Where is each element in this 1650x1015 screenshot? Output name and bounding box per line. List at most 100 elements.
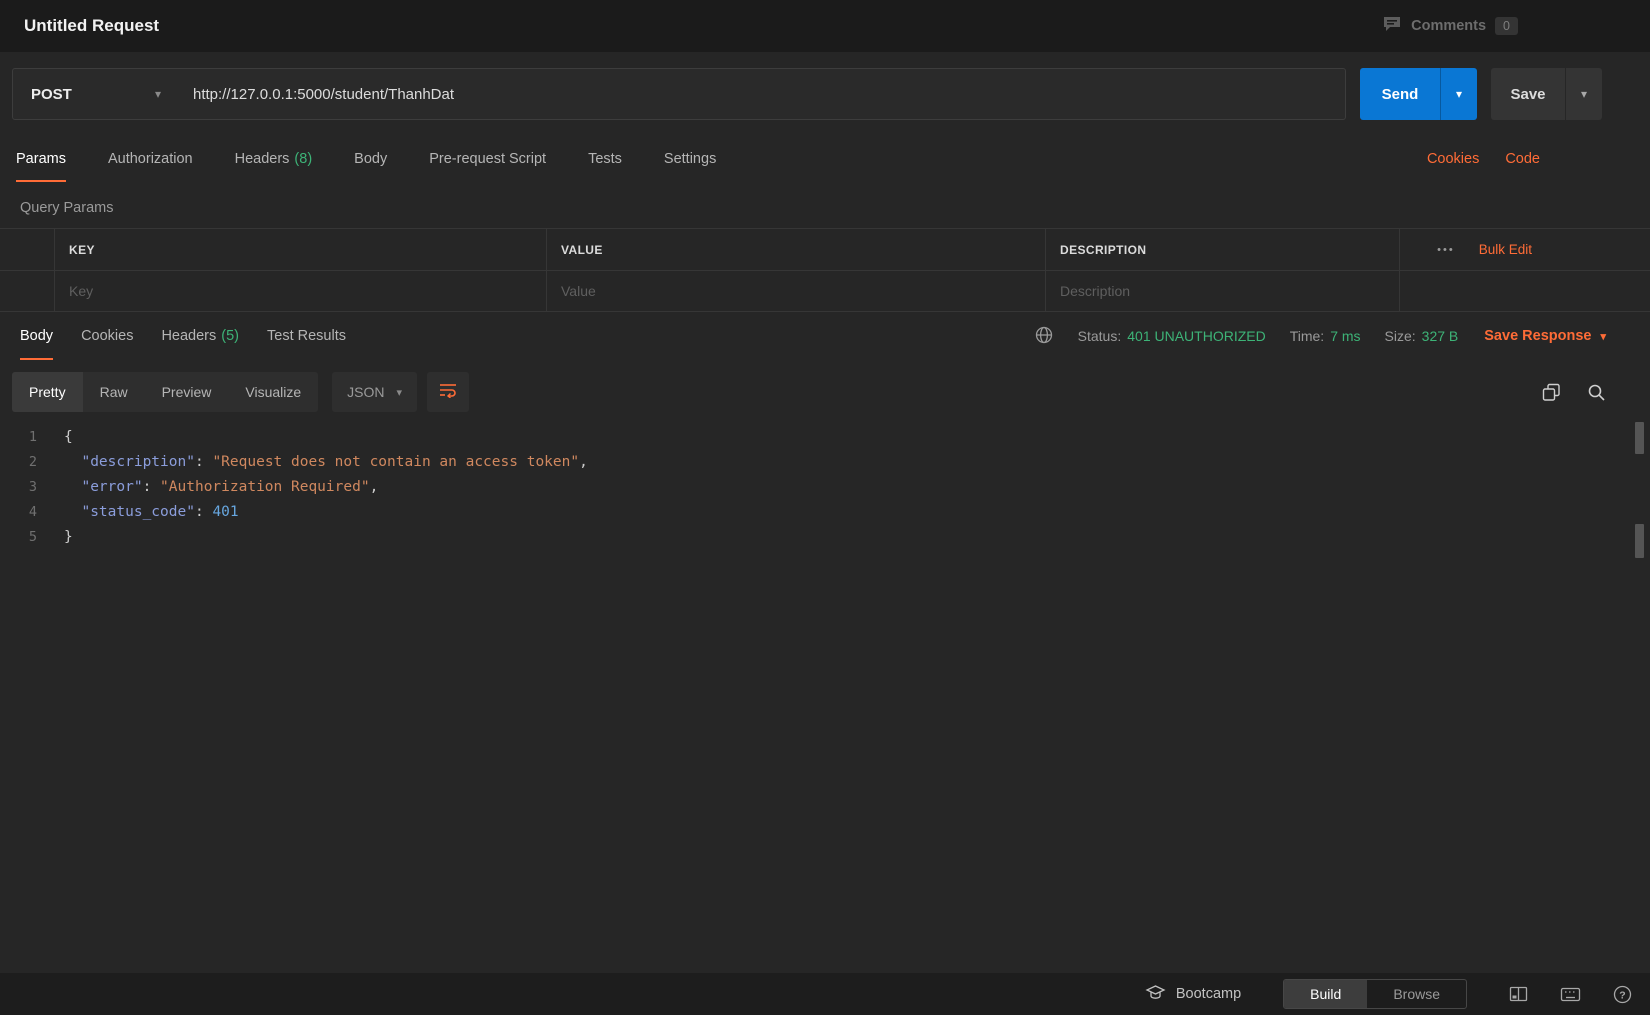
save-response-button[interactable]: Save Response ▾ bbox=[1484, 328, 1606, 344]
column-header-value: VALUE bbox=[547, 229, 1046, 270]
code-line: 3 "error": "Authorization Required", bbox=[0, 475, 1650, 500]
scrollbar[interactable] bbox=[1635, 422, 1644, 722]
wrap-text-button[interactable] bbox=[427, 372, 470, 412]
chevron-down-icon: ▾ bbox=[396, 386, 403, 399]
browse-tab[interactable]: Browse bbox=[1367, 980, 1466, 1008]
param-key-input[interactable] bbox=[69, 283, 532, 299]
bootcamp-label: Bootcamp bbox=[1175, 986, 1242, 1002]
method-label: POST bbox=[31, 85, 72, 103]
build-tab[interactable]: Build bbox=[1284, 980, 1368, 1008]
tab-params[interactable]: Params bbox=[16, 136, 66, 182]
response-tab-cookies[interactable]: Cookies bbox=[81, 312, 133, 360]
status-bar-right: Bootcamp Build Browse ? bbox=[1145, 979, 1632, 1009]
row-actions bbox=[1400, 271, 1650, 311]
code-line: 5} bbox=[0, 525, 1650, 550]
line-content: "description": "Request does not contain… bbox=[81, 454, 588, 470]
method-select[interactable]: POST ▾ bbox=[13, 69, 179, 119]
code-lines: 1{2 "description": "Request does not con… bbox=[0, 425, 1650, 550]
column-header-description: DESCRIPTION bbox=[1046, 229, 1400, 270]
scrollbar-thumb[interactable] bbox=[1635, 422, 1644, 454]
graduation-cap-icon bbox=[1145, 984, 1166, 1004]
tab-authorization[interactable]: Authorization bbox=[108, 136, 193, 182]
bootcamp-button[interactable]: Bootcamp bbox=[1145, 984, 1241, 1004]
row-handle-cell bbox=[0, 229, 55, 270]
line-content: "error": "Authorization Required", bbox=[81, 479, 379, 495]
tab-headers[interactable]: Headers (8) bbox=[235, 136, 313, 182]
table-row bbox=[0, 270, 1650, 312]
code-line: 1{ bbox=[0, 425, 1650, 450]
request-title: Untitled Request bbox=[24, 16, 160, 35]
param-value-input[interactable] bbox=[561, 283, 1031, 299]
request-tabs: Params Authorization Headers (8) Body Pre-req… bbox=[0, 136, 1650, 182]
more-options-icon[interactable]: ••• bbox=[1437, 244, 1455, 256]
row-handle-cell bbox=[0, 271, 55, 311]
response-view-tabs: Pretty Raw Preview Visualize bbox=[12, 372, 319, 412]
response-tabs: Body Cookies Headers (5) Test Results bbox=[20, 312, 346, 360]
postman-app: Untitled Request Comments 0 POST ▾ Send … bbox=[0, 0, 1650, 1015]
param-description-input[interactable] bbox=[1060, 283, 1385, 299]
top-bar: Untitled Request Comments 0 bbox=[0, 0, 1650, 52]
request-tabs-right: Cookies Code bbox=[1427, 136, 1540, 182]
build-browse-toggle: Build Browse bbox=[1283, 979, 1467, 1009]
time-badge: Time: 7 ms bbox=[1289, 328, 1361, 344]
view-tab-preview[interactable]: Preview bbox=[145, 372, 229, 412]
status-badge: Status: 401 UNAUTHORIZED bbox=[1077, 328, 1266, 344]
code-link[interactable]: Code bbox=[1505, 151, 1540, 167]
chevron-down-icon: ▾ bbox=[154, 87, 161, 101]
line-number: 2 bbox=[28, 454, 37, 470]
code-line: 2 "description": "Request does not conta… bbox=[0, 450, 1650, 475]
view-tab-visualize[interactable]: Visualize bbox=[228, 372, 318, 412]
line-content: } bbox=[64, 529, 73, 545]
copy-icon[interactable] bbox=[1542, 383, 1561, 402]
view-tab-raw[interactable]: Raw bbox=[83, 372, 145, 412]
line-number: 5 bbox=[28, 529, 37, 545]
help-icon[interactable]: ? bbox=[1613, 985, 1632, 1004]
request-bar: POST ▾ Send ▾ Save ▾ bbox=[0, 52, 1650, 136]
search-icon[interactable] bbox=[1587, 383, 1606, 402]
footer-icons: ? bbox=[1509, 985, 1632, 1004]
comment-bubble-icon bbox=[1382, 15, 1402, 38]
bulk-edit-link[interactable]: Bulk Edit bbox=[1479, 242, 1532, 257]
url-input[interactable] bbox=[179, 69, 1345, 119]
line-number: 4 bbox=[28, 504, 37, 520]
line-number: 3 bbox=[28, 479, 37, 495]
query-params-title: Query Params bbox=[20, 200, 114, 216]
tab-body[interactable]: Body bbox=[354, 136, 387, 182]
save-options-caret[interactable]: ▾ bbox=[1565, 68, 1602, 120]
response-header: Body Cookies Headers (5) Test Results Status… bbox=[0, 312, 1650, 360]
response-tab-body[interactable]: Body bbox=[20, 312, 54, 360]
wrap-text-icon bbox=[439, 382, 457, 403]
chevron-down-icon: ▾ bbox=[1580, 87, 1588, 101]
panes-layout-icon[interactable] bbox=[1509, 986, 1528, 1002]
format-select[interactable]: JSON ▾ bbox=[332, 372, 418, 412]
response-tab-headers[interactable]: Headers (5) bbox=[161, 312, 239, 360]
line-content: { bbox=[64, 429, 73, 445]
tab-settings[interactable]: Settings bbox=[664, 136, 716, 182]
column-header-key: KEY bbox=[55, 229, 547, 270]
size-badge: Size: 327 B bbox=[1384, 328, 1459, 344]
globe-icon[interactable] bbox=[1034, 325, 1054, 348]
response-body-editor[interactable]: 1{2 "description": "Request does not con… bbox=[0, 412, 1650, 973]
line-content: "status_code": 401 bbox=[81, 504, 239, 520]
send-button-group: Send ▾ bbox=[1360, 68, 1477, 120]
tab-pre-request-script[interactable]: Pre-request Script bbox=[429, 136, 546, 182]
scrollbar-thumb[interactable] bbox=[1635, 524, 1644, 558]
tab-tests[interactable]: Tests bbox=[588, 136, 622, 182]
cookies-link[interactable]: Cookies bbox=[1427, 151, 1479, 167]
view-tab-pretty[interactable]: Pretty bbox=[12, 372, 83, 412]
table-header-row: KEY VALUE DESCRIPTION ••• Bulk Edit bbox=[0, 228, 1650, 270]
save-button[interactable]: Save bbox=[1491, 68, 1565, 120]
save-button-group: Save ▾ bbox=[1491, 68, 1602, 120]
response-meta: Status: 401 UNAUTHORIZED Time: 7 ms Size… bbox=[1034, 312, 1606, 360]
keyboard-icon[interactable] bbox=[1560, 987, 1581, 1002]
svg-text:?: ? bbox=[1619, 989, 1625, 1001]
chevron-down-icon: ▾ bbox=[1455, 87, 1463, 101]
comments-count-badge: 0 bbox=[1495, 17, 1518, 35]
response-tab-test-results[interactable]: Test Results bbox=[267, 312, 346, 360]
comments-label: Comments bbox=[1411, 18, 1487, 34]
comments-button[interactable]: Comments 0 bbox=[1382, 15, 1518, 38]
send-button[interactable]: Send bbox=[1360, 68, 1440, 120]
response-toolbar: Pretty Raw Preview Visualize JSON ▾ bbox=[12, 372, 1606, 412]
url-box: POST ▾ bbox=[12, 68, 1346, 120]
send-options-caret[interactable]: ▾ bbox=[1440, 68, 1477, 120]
